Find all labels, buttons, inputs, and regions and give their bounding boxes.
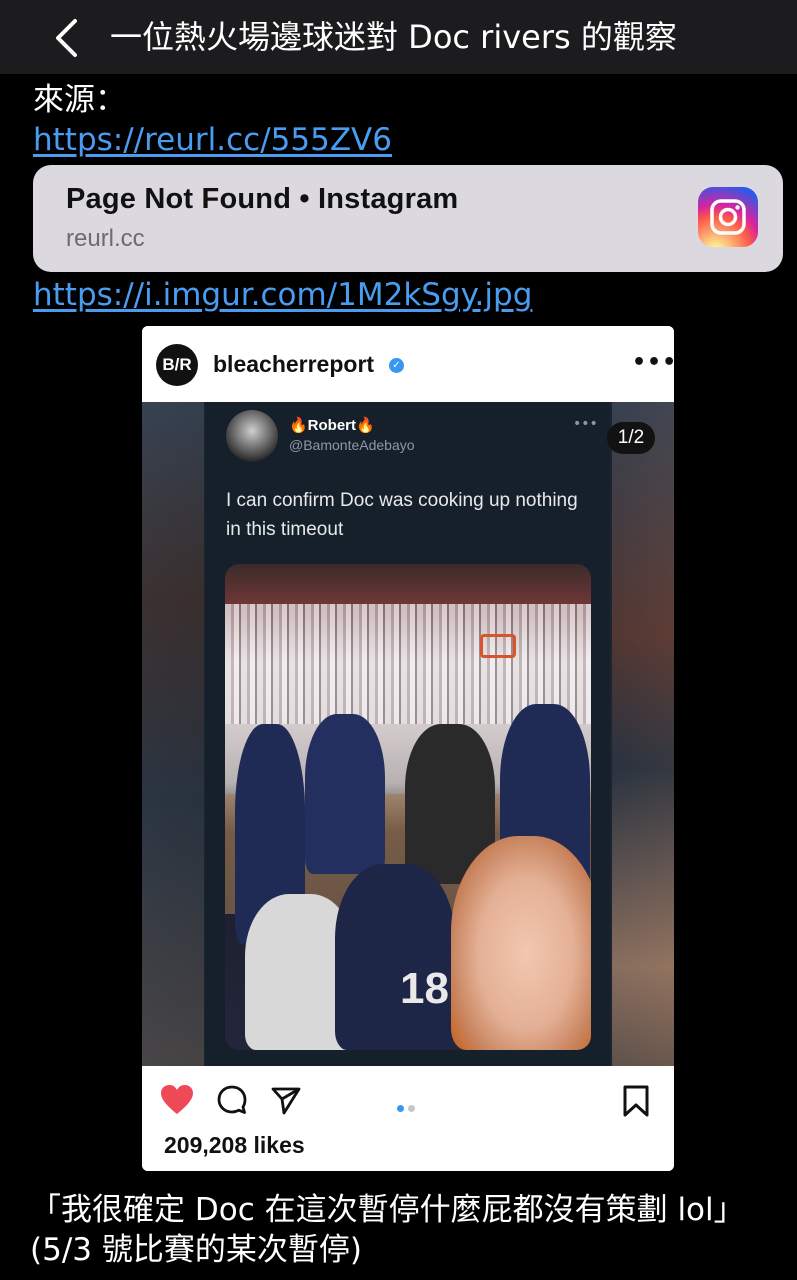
tweet-photo: 18 (225, 564, 591, 1050)
tweet-more-icon: ••• (573, 416, 598, 432)
image-link[interactable]: https://i.imgur.com/1M2kSgy.jpg (33, 275, 532, 315)
chevron-left-icon (56, 19, 77, 57)
source-link[interactable]: https://reurl.cc/555ZV6 (33, 120, 392, 160)
bookmark-icon (623, 1085, 649, 1117)
image-counter: 1/2 (607, 422, 655, 454)
comment-icon (217, 1085, 247, 1114)
avatar: B/R (156, 344, 198, 386)
instagram-post-image[interactable]: B/R bleacherreport ✓ ••• 🔥Robert🔥 @Bamon… (142, 326, 674, 1171)
player (305, 714, 385, 874)
post-username: bleacherreport (213, 351, 375, 377)
caption-line-2: (5/3 號比賽的某次暫停) (30, 1232, 362, 1268)
link-preview-card[interactable]: Page Not Found • Instagram reurl.cc (33, 165, 783, 272)
caption: 「我很確定 Doc 在這次暫停什麼屁都沒有策劃 lol」 (5/3 號比賽的某次… (30, 1190, 790, 1270)
post-header: B/R bleacherreport ✓ ••• (142, 326, 674, 402)
post-media: 🔥Robert🔥 @BamonteAdebayo ••• I can confi… (142, 402, 674, 1066)
source-label: 來源： (33, 82, 126, 118)
tweet-handle: @BamonteAdebayo (289, 437, 415, 453)
preview-domain: reurl.cc (66, 225, 145, 252)
player (335, 864, 455, 1050)
carousel-dots (397, 1097, 419, 1116)
page-title: 一位熱火場邊球迷對 Doc rivers 的觀察 (110, 18, 677, 56)
tweet-card: 🔥Robert🔥 @BamonteAdebayo ••• I can confi… (205, 402, 610, 1066)
back-button[interactable] (44, 14, 88, 62)
tweet-text: I can confirm Doc was cooking up nothing… (226, 490, 578, 540)
verified-icon: ✓ (389, 358, 404, 373)
top-bar: 一位熱火場邊球迷對 Doc rivers 的觀察 (0, 0, 797, 74)
tweet-name: 🔥Robert🔥 (289, 417, 375, 434)
selfie-face (451, 836, 591, 1050)
post-actions: 209,208 likes (142, 1066, 674, 1171)
heart-icon (161, 1085, 193, 1114)
more-options-icon: ••• (632, 350, 674, 375)
caption-line-1: 「我很確定 Doc 在這次暫停什麼屁都沒有策劃 lol」 (30, 1192, 745, 1228)
tweet-avatar (226, 410, 278, 462)
blur-right (612, 402, 674, 1066)
jersey-number: 18 (400, 964, 449, 1013)
instagram-icon (698, 187, 758, 247)
likes-count: 209,208 likes (164, 1132, 305, 1158)
blur-left (142, 402, 204, 1066)
basketball-hoop (480, 634, 516, 658)
share-icon (271, 1087, 301, 1115)
preview-title: Page Not Found • Instagram (66, 183, 459, 215)
